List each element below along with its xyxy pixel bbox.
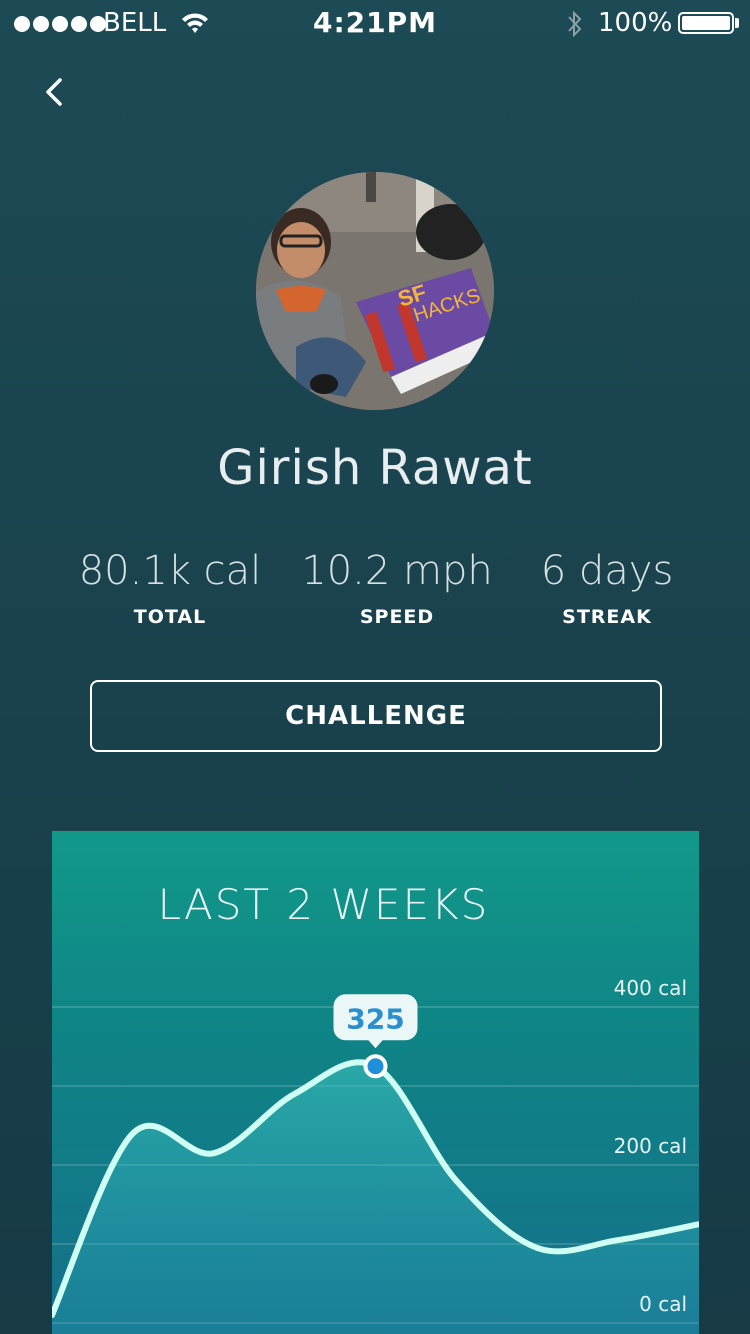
- profile-avatar: SF HACKS: [256, 172, 494, 410]
- stat-total: 80.1k cal TOTAL: [70, 548, 270, 628]
- stat-total-label: TOTAL: [133, 606, 207, 628]
- y-tick-label: 0 cal: [639, 1292, 687, 1316]
- y-tick-label: 400 cal: [614, 976, 687, 1000]
- stat-speed: 10.2 mph SPEED: [292, 548, 502, 628]
- challenge-button[interactable]: CHALLENGE: [90, 680, 662, 752]
- data-point-marker[interactable]: [363, 1054, 388, 1079]
- stat-total-value: 80.1k cal: [78, 548, 262, 594]
- back-chevron-icon[interactable]: [36, 72, 76, 112]
- stat-streak-label: STREAK: [562, 606, 652, 628]
- status-bar: BELL 4:21PM 100%: [0, 0, 750, 48]
- battery-icon: [678, 12, 734, 34]
- stat-streak-value: 6 days: [540, 548, 674, 594]
- stat-speed-value: 10.2 mph: [301, 548, 493, 594]
- activity-chart[interactable]: 400 cal 200 cal 0 cal 325: [52, 831, 699, 1334]
- stat-streak: 6 days STREAK: [516, 548, 698, 628]
- profile-name: Girish Rawat: [217, 440, 533, 496]
- chart-area-fill: [52, 1062, 699, 1334]
- bluetooth-icon: [568, 10, 582, 38]
- stat-speed-label: SPEED: [359, 606, 435, 628]
- y-tick-label: 200 cal: [614, 1134, 687, 1158]
- tooltip-value: 325: [346, 1002, 404, 1035]
- battery-percent: 100%: [598, 8, 673, 38]
- tooltip-pointer: [367, 1039, 384, 1049]
